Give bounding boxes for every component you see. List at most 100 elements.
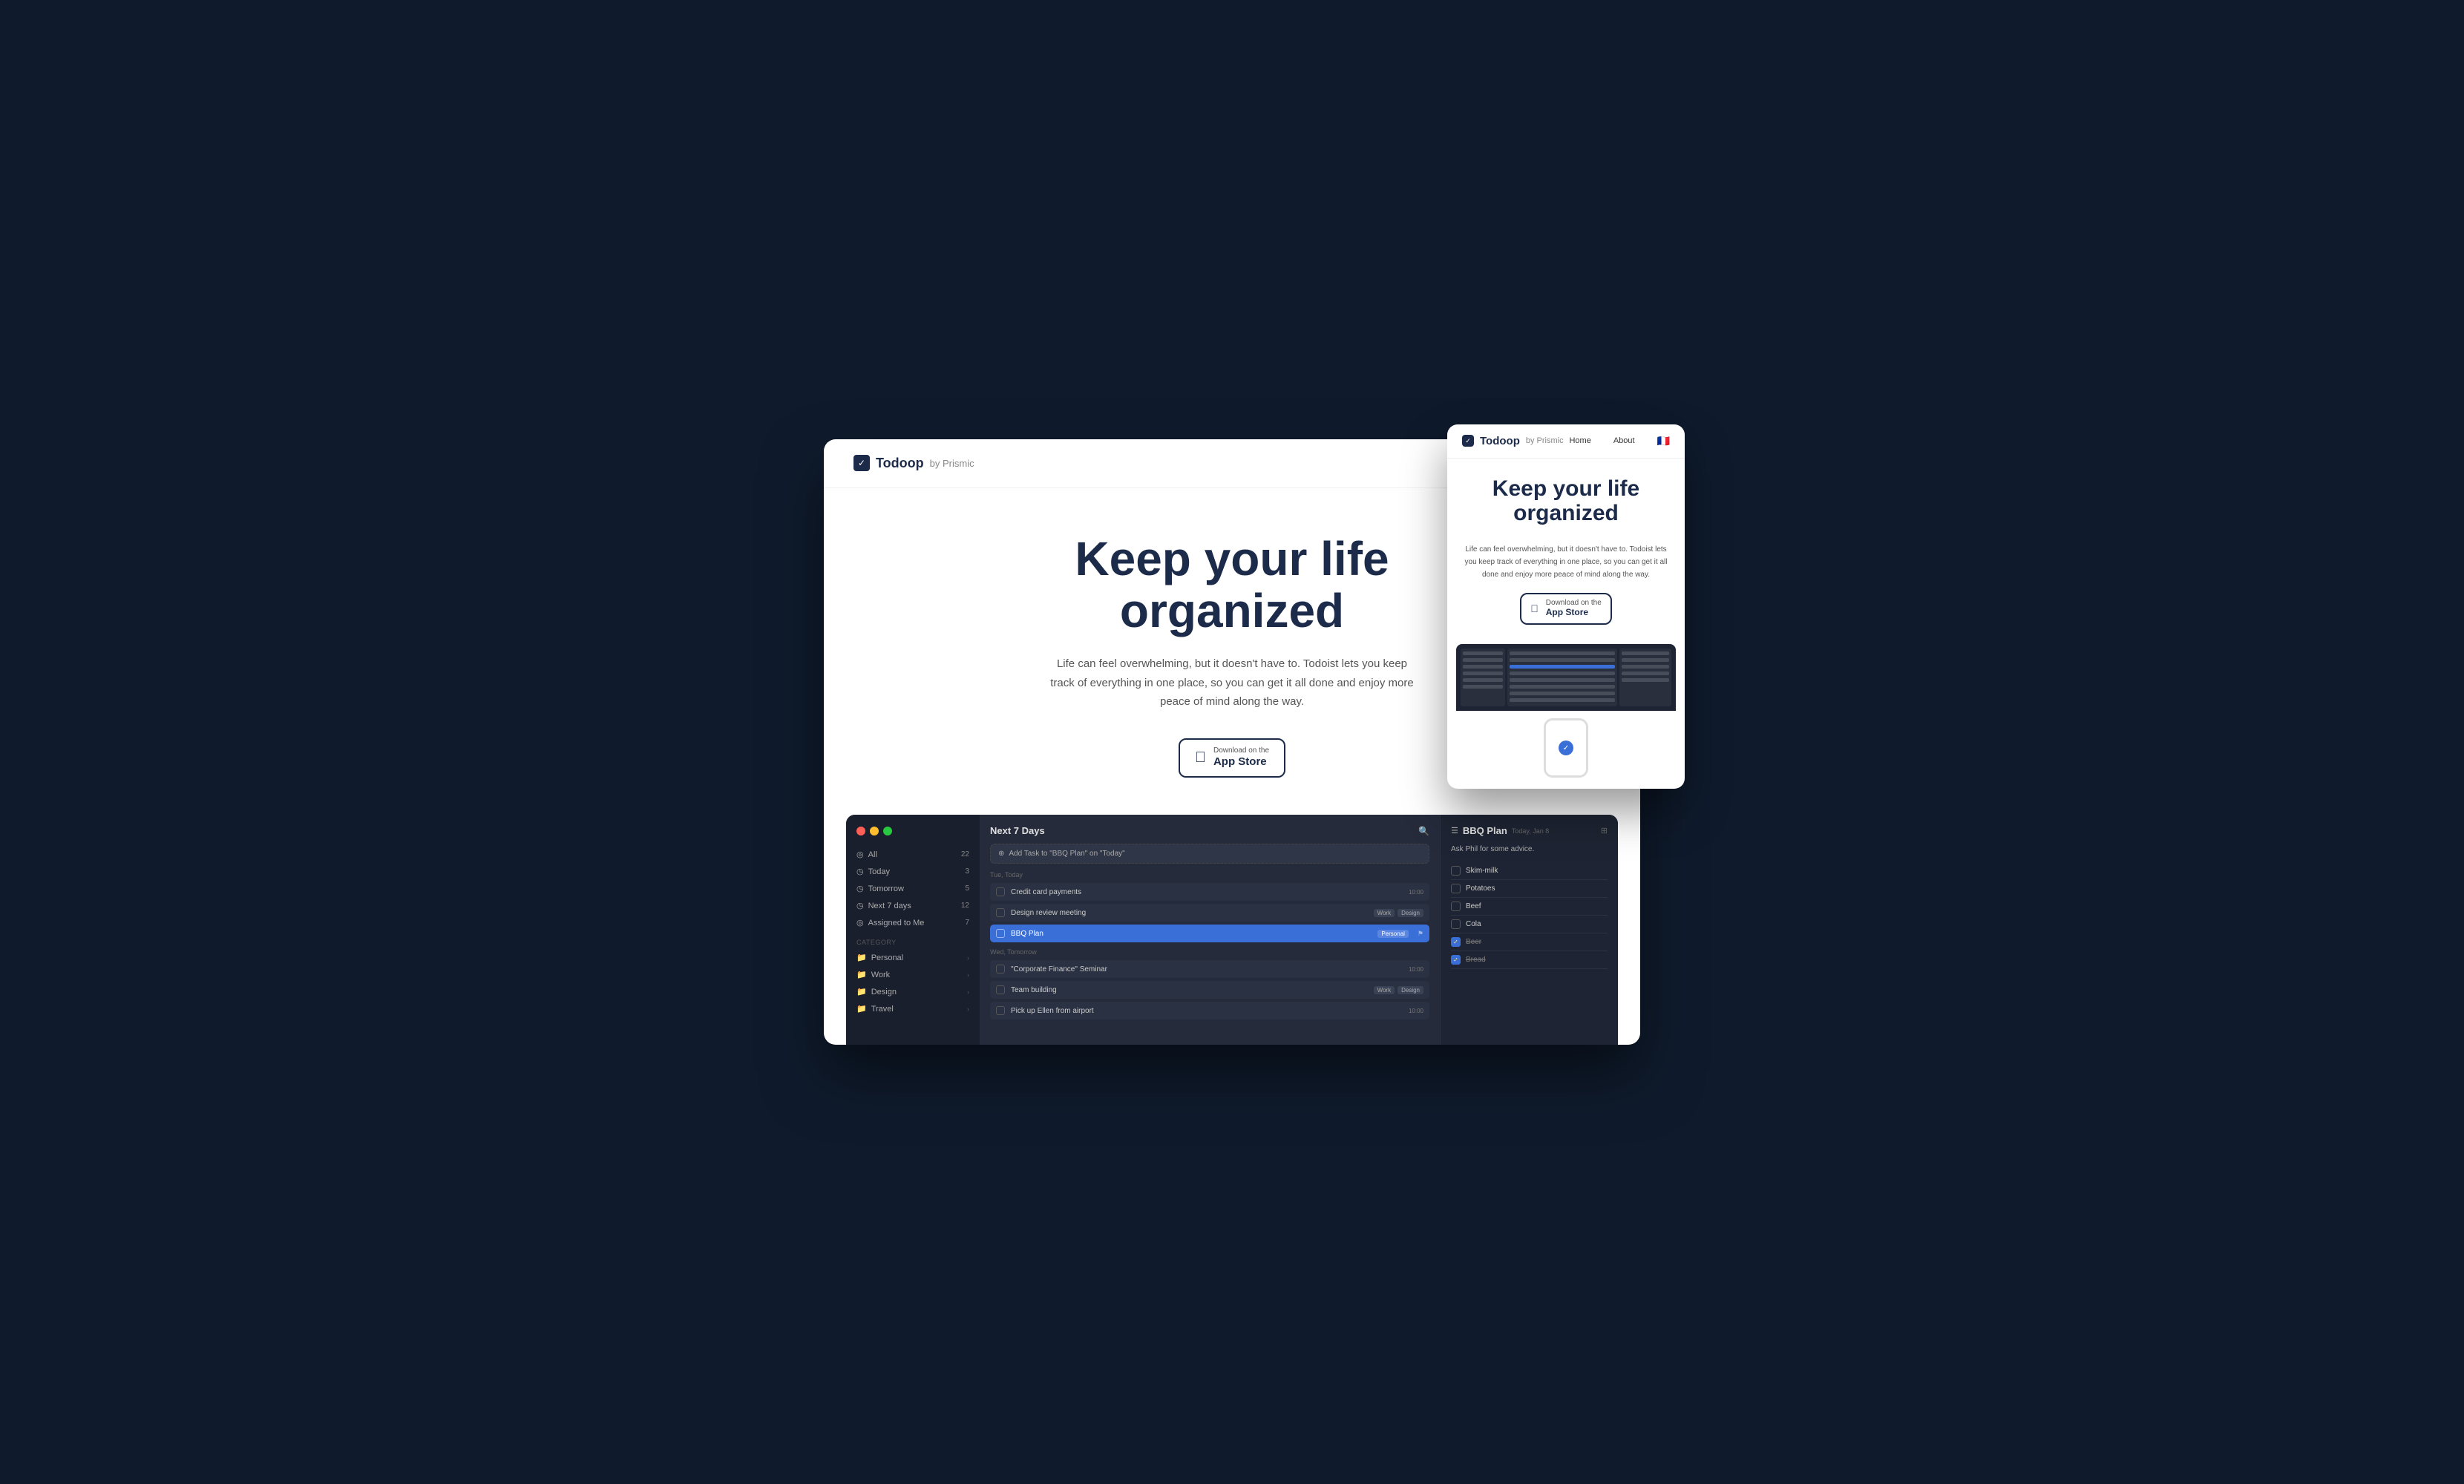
app-store-label-small: Download on the (1213, 747, 1269, 755)
floating-apple-icon:  (1530, 603, 1539, 614)
sidebar-folder-work[interactable]: 📁 Work › (846, 966, 980, 983)
sidebar-item-tomorrow[interactable]: ◷ Tomorrow 5 (846, 880, 980, 897)
tomorrow-icon: ◷ (856, 884, 864, 893)
sidebar-folder-design[interactable]: 📁 Design › (846, 983, 980, 1000)
task-name: BBQ Plan (1011, 930, 1372, 938)
checklist-item-checked[interactable]: ✓ Bread (1451, 951, 1608, 969)
fsg-bar (1510, 685, 1615, 689)
checklist-item-checked[interactable]: ✓ Beer (1451, 933, 1608, 951)
detail-description: Ask Phil for some advice. (1451, 845, 1608, 853)
fsg-bar (1510, 698, 1615, 702)
floating-nav-about[interactable]: About (1613, 436, 1635, 445)
floating-app-store-button[interactable]:  Download on the App Store (1520, 593, 1612, 626)
checklist-checkbox-checked[interactable]: ✓ (1451, 955, 1461, 965)
apple-icon:  (1195, 749, 1206, 766)
task-checkbox[interactable] (996, 1006, 1005, 1015)
window-close-icon[interactable] (856, 827, 865, 835)
floating-hero: Keep your life organized Life can feel o… (1447, 459, 1685, 637)
add-task-button[interactable]: ⊕ Add Task to "BBQ Plan" on "Today" (990, 844, 1429, 864)
task-time: 10:00 (1409, 889, 1423, 896)
task-item[interactable]: Team building Work Design (990, 981, 1429, 999)
window-minimize-icon[interactable] (870, 827, 879, 835)
task-time: 10:00 (1409, 966, 1423, 973)
task-item-active[interactable]: BBQ Plan Personal ⚑ (990, 925, 1429, 942)
task-name: Pick up Ellen from airport (1011, 1007, 1403, 1015)
floating-brand: ✓ Todoop by Prismic (1462, 435, 1564, 447)
task-checkbox[interactable] (996, 887, 1005, 896)
window-maximize-icon[interactable] (883, 827, 892, 835)
task-checkbox[interactable] (996, 965, 1005, 974)
floating-nav-home[interactable]: Home (1569, 436, 1590, 445)
task-list-area: Next 7 Days 🔍 ⊕ Add Task to "BBQ Plan" o… (980, 815, 1440, 1045)
task-item[interactable]: "Corporate Finance" Seminar 10:00 (990, 960, 1429, 978)
fsg-bar (1463, 672, 1503, 675)
floating-navbar: ✓ Todoop by Prismic Home About 🇫🇷 (1447, 424, 1685, 459)
window-controls (846, 827, 980, 846)
app-store-label-main: App Store (1213, 755, 1269, 769)
all-icon: ◎ (856, 850, 864, 859)
fsg-bar (1510, 658, 1615, 662)
floating-brand-by: by Prismic (1526, 436, 1564, 445)
fsg-bar (1510, 651, 1615, 655)
floating-app-store-label-main: App Store (1546, 607, 1602, 619)
task-list-title: Next 7 Days (990, 825, 1045, 836)
fsg-bar-highlight (1510, 665, 1615, 669)
app-store-button[interactable]:  Download on the App Store (1179, 738, 1285, 778)
task-checkbox[interactable] (996, 985, 1005, 994)
task-tag-personal: Personal (1377, 930, 1409, 938)
floating-app-store-label-small: Download on the (1546, 600, 1602, 607)
task-checkbox[interactable] (996, 908, 1005, 917)
sidebar-folder-personal[interactable]: 📁 Personal › (846, 949, 980, 966)
checklist-item[interactable]: Beef (1451, 898, 1608, 916)
today-icon: ◷ (856, 867, 864, 876)
checklist-checkbox[interactable] (1451, 902, 1461, 911)
phone-icon: ✓ (1544, 718, 1588, 778)
fsg-bar (1463, 651, 1503, 655)
task-date-today: Tue, Today (990, 871, 1429, 879)
sidebar-item-today[interactable]: ◷ Today 3 (846, 863, 980, 880)
checklist-item[interactable]: Potatoes (1451, 880, 1608, 898)
list-icon: ☰ (1451, 826, 1458, 835)
floating-hero-title: Keep your life organized (1462, 476, 1670, 525)
task-item[interactable]: Design review meeting Work Design (990, 904, 1429, 922)
task-time: 10:00 (1409, 1008, 1423, 1014)
task-item[interactable]: Credit card payments 10:00 (990, 883, 1429, 901)
detail-panel: ☰ BBQ Plan Today, Jan 8 ⊞ Ask Phil for s… (1440, 815, 1618, 1045)
sidebar-item-all[interactable]: ◎ All 22 (846, 846, 980, 863)
task-checkbox[interactable] (996, 929, 1005, 938)
sidebar-folder-travel[interactable]: 📁 Travel › (846, 1000, 980, 1017)
sidebar-item-assigned-to-me[interactable]: ◎ Assigned to Me 7 (846, 914, 980, 931)
phone-preview-area: ✓ (1447, 711, 1685, 789)
grid-icon[interactable]: ⊞ (1601, 826, 1608, 835)
folder-icon: 📁 (856, 970, 867, 979)
checklist-checkbox[interactable] (1451, 919, 1461, 929)
search-icon[interactable]: 🔍 (1418, 826, 1429, 836)
task-date-tomorrow: Wed, Tomorrow (990, 948, 1429, 956)
app-screenshot: ◎ All 22 ◷ Today 3 ◷ Tomorrow (846, 815, 1618, 1045)
task-item[interactable]: Pick up Ellen from airport 10:00 (990, 1002, 1429, 1020)
assigned-icon: ◎ (856, 918, 864, 928)
folder-icon: 📁 (856, 953, 867, 962)
hero-subtitle: Life can feel overwhelming, but it doesn… (1046, 654, 1418, 712)
task-list-header: Next 7 Days 🔍 (990, 825, 1429, 836)
task-name: Team building (1011, 986, 1368, 994)
fsg-bar (1463, 685, 1503, 689)
checklist-checkbox[interactable] (1451, 866, 1461, 876)
checklist-item[interactable]: Cola (1451, 916, 1608, 933)
fsg-bar (1622, 651, 1669, 655)
task-tag-work: Work (1374, 909, 1395, 917)
checklist-checkbox-checked[interactable]: ✓ (1451, 937, 1461, 947)
fsg-bar (1622, 665, 1669, 669)
next7days-icon: ◷ (856, 901, 864, 910)
fsg-bar (1622, 678, 1669, 682)
floating-screenshot (1456, 644, 1676, 711)
checklist-checkbox[interactable] (1451, 884, 1461, 893)
task-tag-work: Work (1374, 986, 1395, 994)
brand-name: Todoop (876, 456, 924, 471)
floating-card: ✓ Todoop by Prismic Home About 🇫🇷 Keep y… (1447, 424, 1685, 789)
floating-brand-logo-icon: ✓ (1462, 435, 1474, 447)
checklist-item[interactable]: Skim-milk (1451, 862, 1608, 880)
phone-checkmark-icon: ✓ (1559, 741, 1573, 755)
sidebar-item-next7days[interactable]: ◷ Next 7 days 12 (846, 897, 980, 914)
task-name: Design review meeting (1011, 909, 1368, 917)
